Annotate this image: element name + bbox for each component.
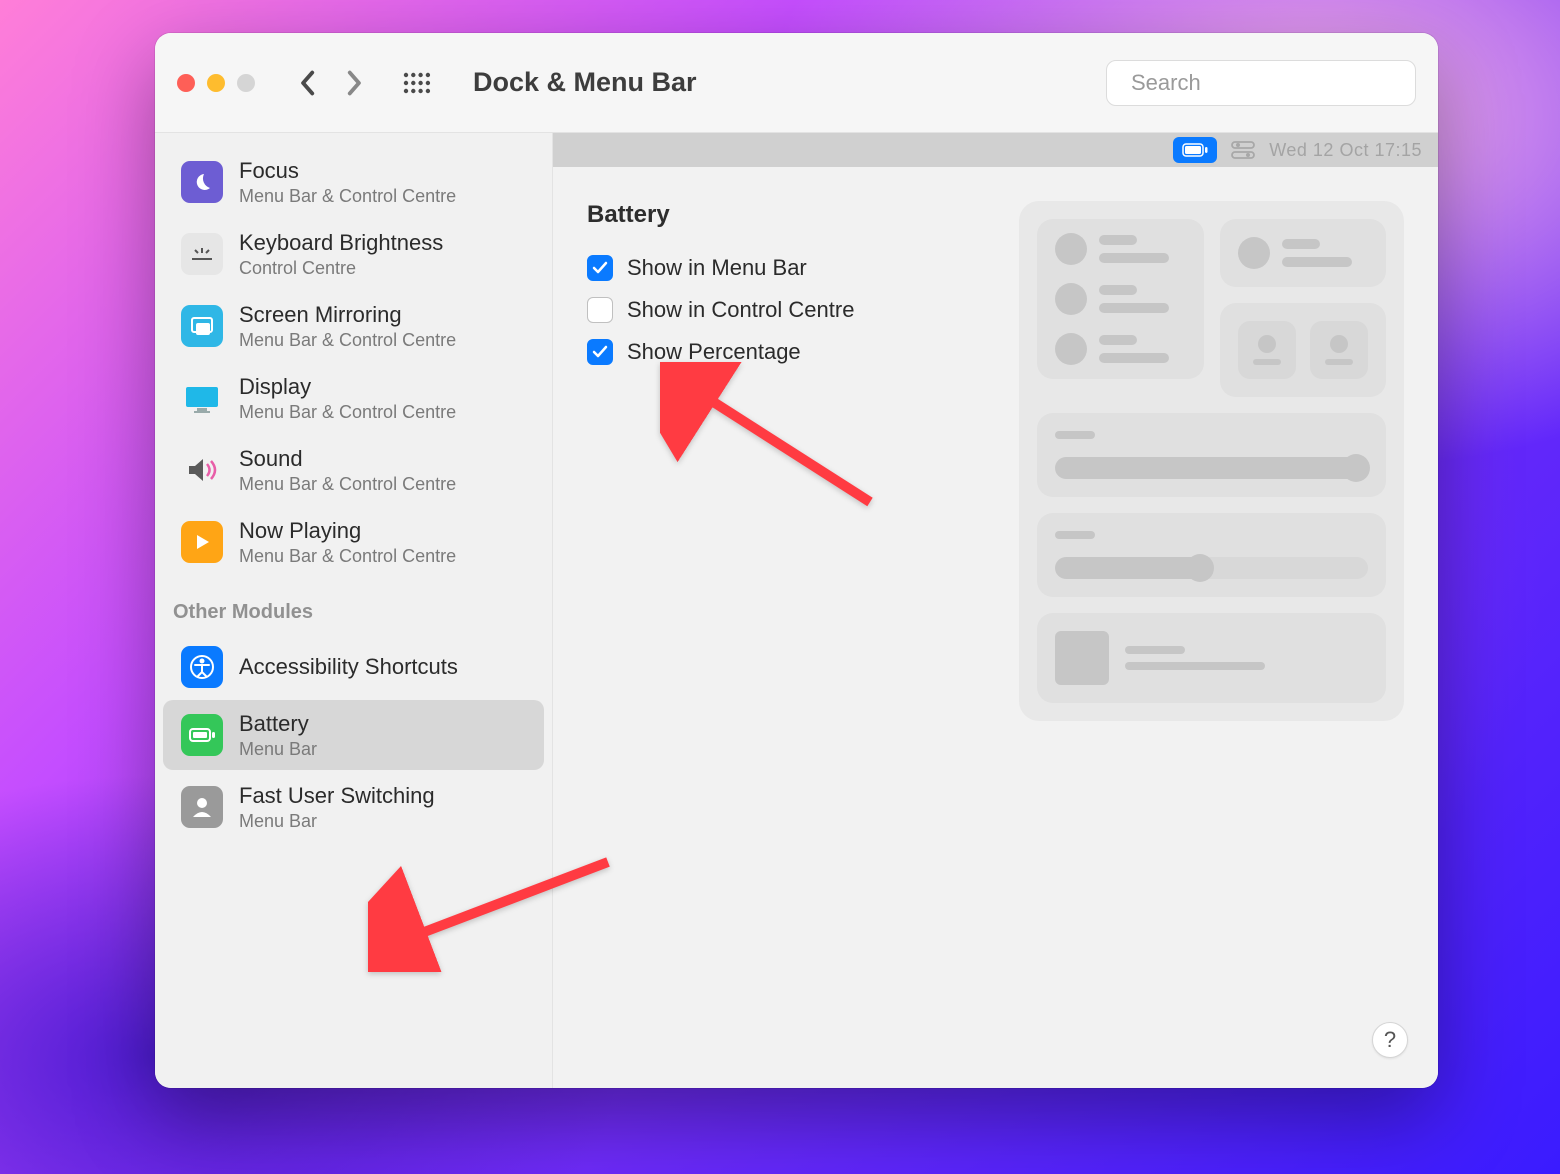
- menubar-datetime: Wed 12 Oct 17:15: [1269, 140, 1422, 161]
- control-centre-preview: [1019, 201, 1404, 1054]
- menubar-control-centre-icon: [1231, 140, 1255, 160]
- search-field[interactable]: [1106, 60, 1416, 106]
- checkbox[interactable]: [587, 297, 613, 323]
- sidebar-item-sub: Menu Bar & Control Centre: [239, 473, 456, 496]
- sidebar-item-label: Battery: [239, 710, 317, 738]
- option-label: Show Percentage: [627, 339, 801, 365]
- nav-buttons: [297, 70, 365, 96]
- option-show-in-menu-bar[interactable]: Show in Menu Bar: [587, 255, 987, 281]
- sidebar: Focus Menu Bar & Control Centre Keyboard…: [155, 133, 553, 1088]
- sidebar-item-accessibility-shortcuts[interactable]: Accessibility Shortcuts: [163, 636, 544, 698]
- sidebar-item-sub: Menu Bar: [239, 810, 435, 833]
- system-preferences-window: Dock & Menu Bar Focus Menu Bar & Control…: [155, 33, 1438, 1088]
- option-label: Show in Control Centre: [627, 297, 854, 323]
- sidebar-item-label: Now Playing: [239, 517, 456, 545]
- sidebar-item-label: Screen Mirroring: [239, 301, 456, 329]
- sidebar-item-sound[interactable]: Sound Menu Bar & Control Centre: [163, 435, 544, 505]
- sidebar-item-screen-mirroring[interactable]: Screen Mirroring Menu Bar & Control Cent…: [163, 291, 544, 361]
- help-label: ?: [1384, 1027, 1396, 1053]
- sidebar-item-label: Accessibility Shortcuts: [239, 653, 458, 681]
- traffic-lights: [177, 74, 255, 92]
- sidebar-section-header: Other Modules: [155, 579, 552, 634]
- accessibility-icon: [181, 646, 223, 688]
- sidebar-item-sub: Menu Bar & Control Centre: [239, 329, 456, 352]
- option-label: Show in Menu Bar: [627, 255, 807, 281]
- play-icon: [181, 521, 223, 563]
- forward-button[interactable]: [345, 70, 365, 96]
- sidebar-item-now-playing[interactable]: Now Playing Menu Bar & Control Centre: [163, 507, 544, 577]
- window-close-button[interactable]: [177, 74, 195, 92]
- window-zoom-button[interactable]: [237, 74, 255, 92]
- display-icon: [181, 377, 223, 419]
- content-pane: Wed 12 Oct 17:15 Battery Show in Menu Ba…: [553, 133, 1438, 1088]
- sound-icon: [181, 449, 223, 491]
- sidebar-item-label: Fast User Switching: [239, 782, 435, 810]
- sidebar-item-label: Sound: [239, 445, 456, 473]
- sidebar-item-sub: Menu Bar & Control Centre: [239, 185, 456, 208]
- screen-mirroring-icon: [181, 305, 223, 347]
- window-titlebar: Dock & Menu Bar: [155, 33, 1438, 133]
- show-all-icon[interactable]: [403, 72, 431, 94]
- sidebar-item-label: Keyboard Brightness: [239, 229, 443, 257]
- menubar-battery-icon: [1173, 137, 1217, 163]
- settings-title: Battery: [587, 201, 987, 229]
- menubar-preview: Wed 12 Oct 17:15: [553, 133, 1438, 167]
- sidebar-item-sub: Menu Bar: [239, 738, 317, 761]
- sidebar-item-label: Display: [239, 373, 456, 401]
- moon-icon: [181, 161, 223, 203]
- sidebar-item-keyboard-brightness[interactable]: Keyboard Brightness Control Centre: [163, 219, 544, 289]
- help-button[interactable]: ?: [1372, 1022, 1408, 1058]
- option-show-in-control-centre[interactable]: Show in Control Centre: [587, 297, 987, 323]
- sidebar-item-sub: Menu Bar & Control Centre: [239, 545, 456, 568]
- sidebar-item-label: Focus: [239, 157, 456, 185]
- sidebar-item-sub: Control Centre: [239, 257, 443, 280]
- sidebar-item-battery[interactable]: Battery Menu Bar: [163, 700, 544, 770]
- option-show-percentage[interactable]: Show Percentage: [587, 339, 987, 365]
- sidebar-item-focus[interactable]: Focus Menu Bar & Control Centre: [163, 147, 544, 217]
- sidebar-item-fast-user-switching[interactable]: Fast User Switching Menu Bar: [163, 772, 544, 842]
- search-input[interactable]: [1131, 70, 1419, 96]
- checkbox[interactable]: [587, 255, 613, 281]
- window-minimize-button[interactable]: [207, 74, 225, 92]
- battery-icon: [181, 714, 223, 756]
- back-button[interactable]: [297, 70, 317, 96]
- keyboard-brightness-icon: [181, 233, 223, 275]
- window-title: Dock & Menu Bar: [473, 67, 697, 98]
- sidebar-item-display[interactable]: Display Menu Bar & Control Centre: [163, 363, 544, 433]
- user-icon: [181, 786, 223, 828]
- checkbox[interactable]: [587, 339, 613, 365]
- sidebar-item-sub: Menu Bar & Control Centre: [239, 401, 456, 424]
